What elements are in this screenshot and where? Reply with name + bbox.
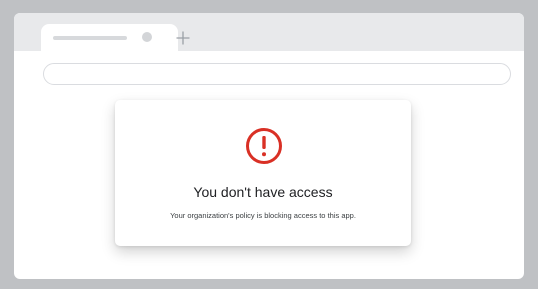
exclamation-circle-icon	[246, 128, 282, 164]
dialog-title: You don't have access	[193, 184, 333, 200]
close-icon[interactable]	[142, 32, 152, 42]
dialog-message: Your organization's policy is blocking a…	[170, 211, 356, 220]
tab-strip	[14, 13, 524, 51]
tab-title-placeholder	[53, 36, 127, 40]
address-bar[interactable]	[43, 63, 511, 85]
browser-window: You don't have access Your organization'…	[14, 13, 524, 279]
plus-icon[interactable]	[175, 30, 191, 46]
browser-tab[interactable]	[41, 24, 178, 51]
access-denied-dialog: You don't have access Your organization'…	[115, 100, 411, 246]
